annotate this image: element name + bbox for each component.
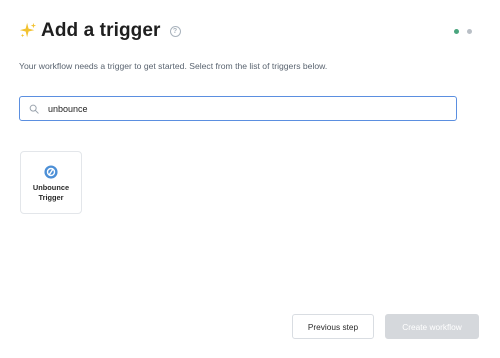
create-workflow-button[interactable]: Create workflow bbox=[385, 314, 479, 339]
unbounce-logo-icon bbox=[44, 165, 58, 179]
step-indicator bbox=[454, 29, 472, 34]
search-icon bbox=[29, 104, 39, 114]
page-title: Add a trigger bbox=[41, 20, 161, 41]
sparkle-icon bbox=[19, 22, 37, 38]
page-subtitle: Your workflow needs a trigger to get sta… bbox=[19, 61, 328, 71]
trigger-card-label: Unbounce Trigger bbox=[32, 183, 70, 202]
step-dot-active bbox=[454, 29, 459, 34]
page-header: Add a trigger ? bbox=[19, 20, 181, 42]
trigger-search-box[interactable] bbox=[19, 96, 457, 121]
step-dot-inactive bbox=[467, 29, 472, 34]
trigger-card-unbounce[interactable]: Unbounce Trigger bbox=[20, 151, 82, 214]
previous-step-button[interactable]: Previous step bbox=[292, 314, 374, 339]
help-icon[interactable]: ? bbox=[169, 25, 181, 37]
search-input[interactable] bbox=[48, 99, 428, 118]
